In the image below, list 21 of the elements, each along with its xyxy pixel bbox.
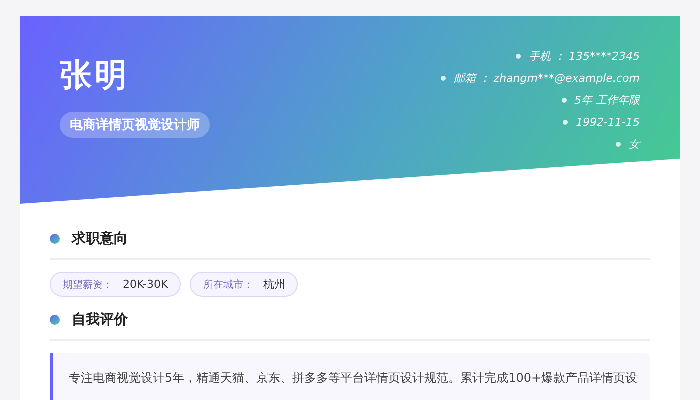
section-dot-icon [50,315,60,325]
tag-value: 杭州 [263,277,286,292]
bullet-icon [616,142,621,146]
contact-info: 手机 ： 135****2345 [529,48,640,64]
contact-info: 5年 工作年限 [574,92,640,108]
summary-text: 专注电商视觉设计5年，精通天猫、京东、拼多多等平台详情页设计规范。累计完成100+爆款产品详情页设 [69,371,638,385]
person-name: 张明 [60,55,131,96]
job-title-badge: 电商详情页视觉设计师 [60,112,210,138]
contact-info: 1992-11-15 [576,116,640,128]
contact-info: 女 [629,136,640,152]
section-dot-icon [50,234,60,244]
bullet-icon [440,76,446,80]
tag-value: 20K-30K [123,278,168,291]
bullet-icon [562,98,566,102]
tag-label: 所在城市： [203,278,254,292]
section-heading: 求职意向 [72,230,128,248]
section-heading: 自我评价 [72,311,128,329]
contact-info: 邮箱 ： zhangm***@example.com [454,70,640,86]
tag-label: 期望薪资： [63,278,113,292]
bullet-icon [516,54,522,58]
bullet-icon [563,120,568,124]
